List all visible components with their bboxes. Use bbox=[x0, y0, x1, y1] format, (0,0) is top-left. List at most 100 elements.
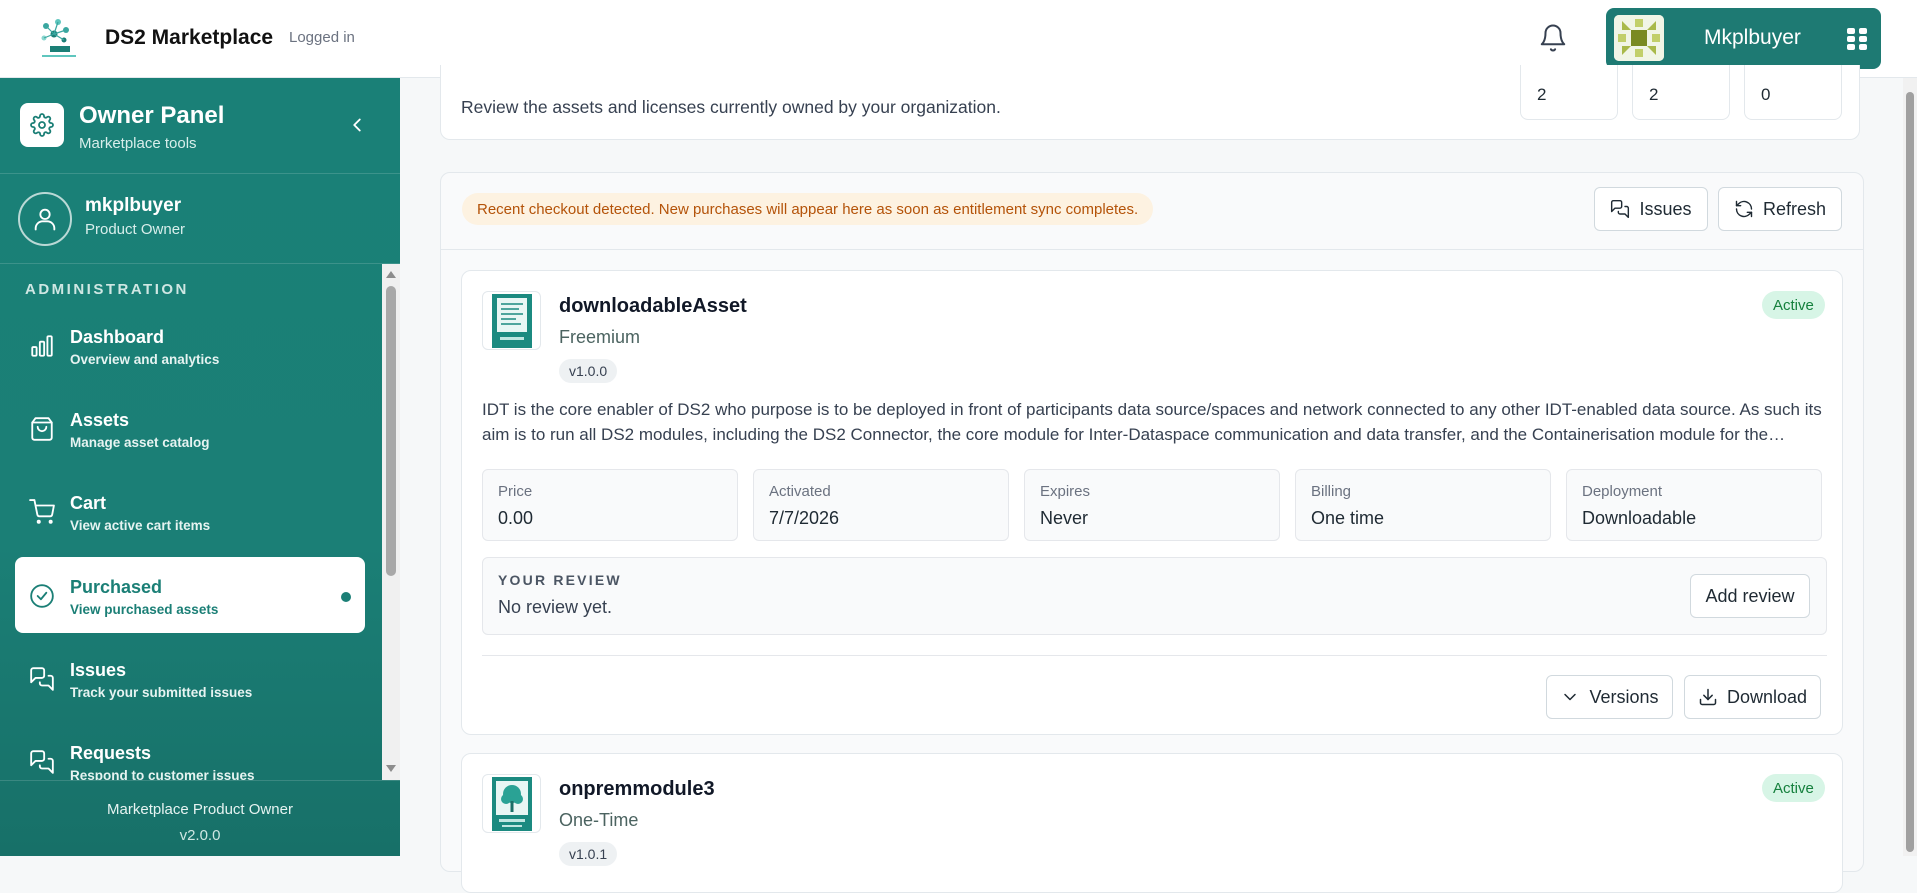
sync-notice: Recent checkout detected. New purchases … bbox=[462, 193, 1154, 225]
review-title: YOUR REVIEW bbox=[498, 572, 622, 588]
sidebar-item-label: Assets bbox=[70, 410, 130, 430]
gear-icon bbox=[20, 103, 64, 147]
divider bbox=[441, 249, 1863, 250]
asset-card: onpremmodule3 One-Time v1.0.1 Active bbox=[461, 753, 1843, 893]
sidebar-item-purchased[interactable]: Purchased View purchased assets bbox=[15, 557, 365, 633]
field-label: Expires bbox=[1040, 483, 1091, 500]
sidebar-item-sub: View purchased assets bbox=[70, 602, 219, 617]
sidebar-item-label: Purchased bbox=[70, 577, 163, 597]
field-value: One time bbox=[1311, 508, 1385, 528]
issues-button-label: Issues bbox=[1639, 198, 1692, 219]
asset-name[interactable]: downloadableAsset bbox=[559, 295, 747, 318]
panel-header: Owner Panel Marketplace tools bbox=[0, 78, 400, 174]
owner-profile: mkplbuyer Product Owner bbox=[0, 174, 400, 264]
asset-field-price: Price 0.00 bbox=[482, 469, 738, 541]
sidebar-item-assets[interactable]: Assets Manage asset catalog bbox=[15, 390, 365, 466]
sidebar-item-sub: Respond to customer issues bbox=[70, 768, 255, 780]
stat-value: 0 bbox=[1761, 85, 1771, 104]
download-icon bbox=[1699, 688, 1717, 706]
bar-chart-icon bbox=[29, 333, 55, 359]
user-menu[interactable]: Mkplbuyer bbox=[1606, 8, 1881, 69]
check-circle-icon bbox=[29, 583, 55, 609]
sidebar-item-label: Issues bbox=[70, 660, 127, 680]
versions-button[interactable]: Versions bbox=[1546, 675, 1673, 719]
review-text: No review yet. bbox=[498, 597, 613, 617]
apps-grid-icon[interactable] bbox=[1846, 27, 1868, 51]
sidebar: Owner Panel Marketplace tools mkplbuyer … bbox=[0, 78, 400, 856]
stat-box: 2 bbox=[1520, 65, 1618, 120]
field-value: 0.00 bbox=[498, 508, 534, 528]
chat-bubbles-icon bbox=[29, 749, 55, 775]
refresh-icon bbox=[1735, 200, 1753, 218]
user-name: Mkplbuyer bbox=[1704, 26, 1801, 49]
summary-description: Review the assets and licenses currently… bbox=[461, 97, 1001, 117]
add-review-button[interactable]: Add review bbox=[1690, 574, 1810, 618]
field-label: Deployment bbox=[1582, 483, 1663, 500]
version-chip: v1.0.1 bbox=[559, 842, 618, 866]
brand-title: DS2 Marketplace bbox=[105, 26, 274, 49]
stat-box: 0 bbox=[1744, 65, 1842, 120]
sidebar-item-label: Dashboard bbox=[70, 327, 165, 347]
asset-description: IDT is the core enabler of DS2 who purpo… bbox=[482, 400, 1822, 444]
page-scroll-thumb[interactable] bbox=[1906, 92, 1914, 852]
versions-button-label: Versions bbox=[1589, 686, 1659, 707]
asset-field-billing: Billing One time bbox=[1295, 469, 1551, 541]
field-value: Never bbox=[1040, 508, 1089, 528]
refresh-button-label: Refresh bbox=[1762, 198, 1827, 219]
sidebar-item-sub: Manage asset catalog bbox=[70, 435, 210, 450]
shopping-bag-icon bbox=[29, 416, 55, 442]
owner-name: mkplbuyer bbox=[85, 195, 182, 216]
section-label: ADMINISTRATION bbox=[25, 281, 189, 298]
scroll-down-arrow-icon[interactable] bbox=[386, 765, 396, 772]
sidebar-item-dashboard[interactable]: Dashboard Overview and analytics bbox=[15, 307, 365, 383]
field-label: Billing bbox=[1311, 483, 1352, 500]
active-indicator-dot bbox=[341, 592, 351, 602]
asset-field-deployment: Deployment Downloadable bbox=[1566, 469, 1822, 541]
notification-bell-icon[interactable] bbox=[1538, 22, 1568, 54]
sidebar-footer: Marketplace Product Owner v2.0.0 bbox=[0, 780, 400, 856]
sidebar-scrollbar[interactable] bbox=[382, 264, 400, 780]
sidebar-item-cart[interactable]: Cart View active cart items bbox=[15, 473, 365, 549]
page-scrollbar[interactable] bbox=[1903, 78, 1917, 856]
sidebar-item-issues[interactable]: Issues Track your submitted issues bbox=[15, 640, 365, 716]
asset-card: downloadableAsset Freemium v1.0.0 Active… bbox=[461, 270, 1843, 735]
collapse-sidebar-chevron-left-icon[interactable] bbox=[346, 114, 368, 136]
sidebar-item-requests[interactable]: Requests Respond to customer issues bbox=[15, 723, 365, 780]
sidebar-item-sub: Track your submitted issues bbox=[70, 685, 253, 700]
chat-bubbles-icon bbox=[29, 666, 55, 692]
asset-thumbnail[interactable] bbox=[482, 774, 541, 833]
user-avatar bbox=[1614, 15, 1664, 61]
status-badge: Active bbox=[1762, 774, 1825, 802]
panel-title: Owner Panel bbox=[79, 102, 225, 129]
field-value: 7/7/2026 bbox=[769, 508, 840, 528]
footer-version: v2.0.0 bbox=[179, 827, 221, 844]
scroll-up-arrow-icon[interactable] bbox=[386, 271, 396, 278]
sidebar-item-sub: View active cart items bbox=[70, 518, 211, 533]
purchased-assets-card: Recent checkout detected. New purchases … bbox=[440, 172, 1864, 893]
sidebar-item-sub: Overview and analytics bbox=[70, 352, 220, 367]
asset-field-expires: Expires Never bbox=[1024, 469, 1280, 541]
status-badge: Active bbox=[1762, 291, 1825, 319]
sidebar-scroll-thumb[interactable] bbox=[386, 286, 396, 576]
issues-button[interactable]: Issues bbox=[1594, 187, 1708, 231]
field-label: Activated bbox=[769, 483, 831, 500]
refresh-button[interactable]: Refresh bbox=[1718, 187, 1842, 231]
asset-thumbnail[interactable] bbox=[482, 291, 541, 350]
footer-title: Marketplace Product Owner bbox=[107, 801, 293, 818]
user-avatar-icon bbox=[18, 192, 72, 246]
ds2-logo[interactable] bbox=[36, 16, 82, 60]
panel-subtitle: Marketplace tools bbox=[79, 135, 197, 152]
asset-name[interactable]: onpremmodule3 bbox=[559, 778, 715, 801]
chevron-down-icon bbox=[1564, 693, 1577, 701]
owner-role: Product Owner bbox=[85, 221, 186, 238]
field-label: Price bbox=[498, 483, 533, 500]
add-review-label: Add review bbox=[1705, 585, 1795, 606]
review-section: YOUR REVIEW No review yet. Add review bbox=[482, 557, 1827, 635]
download-button[interactable]: Download bbox=[1684, 675, 1821, 719]
download-button-label: Download bbox=[1726, 686, 1808, 707]
summary-card: Review the assets and licenses currently… bbox=[440, 65, 1860, 140]
login-status: Logged in bbox=[289, 29, 355, 46]
asset-tier: Freemium bbox=[559, 327, 641, 347]
divider bbox=[482, 655, 1827, 656]
sidebar-nav: ADMINISTRATION Dashboard Overview and an… bbox=[0, 264, 400, 780]
